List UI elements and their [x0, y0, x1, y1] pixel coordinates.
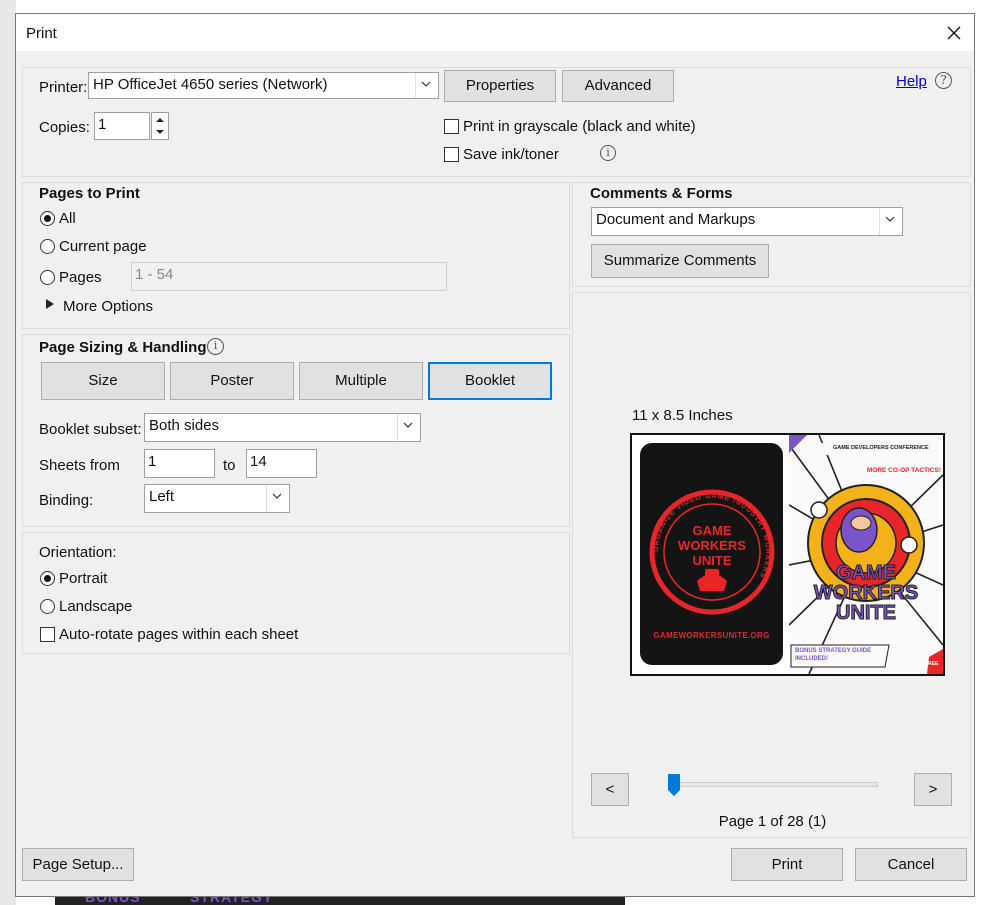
portrait-radio[interactable]	[40, 571, 55, 586]
binding-select[interactable]: Left	[144, 484, 290, 513]
booklet-subset-label: Booklet subset:	[39, 421, 142, 438]
copies-stepper[interactable]	[151, 112, 169, 140]
summarize-comments-button[interactable]: Summarize Comments	[591, 244, 769, 278]
comments-forms-value: Document and Markups	[596, 211, 756, 228]
current-page-label: Current page	[59, 238, 147, 255]
page-sizing-section: Page Sizing & Handling i Size Poster Mul…	[22, 334, 570, 527]
pages-range-radio[interactable]	[40, 270, 55, 285]
chevron-down-icon	[266, 485, 289, 512]
landscape-label: Landscape	[59, 598, 133, 615]
chevron-down-icon	[397, 414, 420, 441]
cover-title-text: GAME WORKERS UNITE	[813, 562, 919, 624]
help-question-icon[interactable]: ?	[935, 72, 952, 89]
current-page-radio[interactable]	[40, 239, 55, 254]
page-slider-thumb[interactable]	[668, 774, 680, 796]
close-button[interactable]	[940, 20, 968, 46]
page-status: Page 1 of 28 (1)	[718, 813, 827, 830]
autorotate-label: Auto-rotate pages within each sheet	[59, 626, 299, 643]
copies-input[interactable]: 1	[94, 112, 150, 140]
save-ink-label: Save ink/toner	[463, 146, 559, 163]
grayscale-label: Print in grayscale (black and white)	[463, 118, 696, 135]
booklet-preview: ORGANIZE VIDEO GAME INDUSTRY WORKERS GAM…	[630, 433, 945, 676]
pages-to-print-section: Pages to Print All Current page Pages 1 …	[22, 182, 570, 329]
chevron-down-icon	[415, 73, 438, 98]
tab-poster[interactable]: Poster	[170, 362, 294, 400]
sheets-to-label: to	[223, 457, 236, 474]
booklet-subset-select[interactable]: Both sides	[144, 413, 421, 442]
preview-left-page: ORGANIZE VIDEO GAME INDUSTRY WORKERS GAM…	[640, 443, 783, 665]
orientation-heading: Orientation:	[39, 544, 117, 561]
pages-range-input[interactable]: 1 - 54	[131, 262, 447, 291]
help-link[interactable]: Help	[896, 73, 927, 90]
portrait-label: Portrait	[59, 570, 108, 587]
preview-section: 11 x 8.5 Inches ORGANIZE VIDEO GAME INDU…	[572, 292, 971, 838]
save-ink-checkbox[interactable]	[444, 147, 459, 162]
grayscale-checkbox[interactable]	[444, 119, 459, 134]
printer-label: Printer:	[39, 79, 88, 96]
advanced-button[interactable]: Advanced	[562, 70, 674, 102]
background-window	[0, 0, 16, 905]
chevron-up-icon[interactable]	[152, 113, 168, 126]
tab-multiple[interactable]: Multiple	[299, 362, 423, 400]
page-slider-track[interactable]	[670, 782, 878, 787]
print-dialog: Print Printer: HP OfficeJet 4650 series …	[15, 13, 975, 897]
print-button[interactable]: Print	[731, 848, 843, 881]
properties-button[interactable]: Properties	[444, 70, 556, 102]
chevron-down-icon[interactable]	[152, 126, 168, 139]
cover-header-text: GAME DEVELOPERS CONFERENCE	[833, 445, 929, 451]
page-setup-button[interactable]: Page Setup...	[22, 848, 134, 881]
cancel-button[interactable]: Cancel	[855, 848, 967, 881]
booklet-subset-value: Both sides	[149, 417, 220, 434]
tab-booklet[interactable]: Booklet	[428, 362, 552, 400]
preview-right-page: GAME DEVELOPERS CONFERENCE MORE CO-OP TA…	[789, 435, 943, 674]
gwu-logo: ORGANIZE VIDEO GAME INDUSTRY WORKERS GAM…	[649, 489, 775, 615]
cover-footer-text: BONUS STRATEGY GUIDE INCLUDED!	[795, 648, 872, 662]
chevron-down-icon	[879, 208, 902, 235]
all-pages-radio[interactable]	[40, 211, 55, 226]
more-options-toggle[interactable]: More Options	[63, 298, 153, 315]
orientation-section: Orientation: Portrait Landscape Auto-rot…	[22, 532, 570, 654]
svg-text:GAME: GAME	[693, 523, 732, 538]
sheets-to-input[interactable]: 14	[246, 449, 317, 478]
landscape-radio[interactable]	[40, 599, 55, 614]
binding-label: Binding:	[39, 492, 94, 509]
sheets-from-label: Sheets from	[39, 457, 120, 474]
svg-text:WORKERS: WORKERS	[678, 538, 746, 553]
printer-select[interactable]: HP OfficeJet 4650 series (Network)	[88, 72, 439, 99]
pages-range-label: Pages	[59, 269, 102, 286]
comments-forms-section: Comments & Forms Document and Markups Su…	[572, 182, 971, 287]
autorotate-checkbox[interactable]	[40, 627, 55, 642]
svg-text:UNITE: UNITE	[693, 553, 732, 568]
paper-size-label: 11 x 8.5 Inches	[632, 407, 733, 424]
info-icon[interactable]: i	[600, 145, 616, 161]
tab-size[interactable]: Size	[41, 362, 165, 400]
slider-thumb-icon	[668, 774, 680, 796]
triangle-right-icon[interactable]	[46, 299, 54, 309]
pages-to-print-heading: Pages to Print	[39, 185, 140, 202]
copies-label: Copies:	[39, 119, 90, 136]
gwu-url: GAMEWORKERSUNITE.ORG	[653, 631, 770, 640]
info-icon[interactable]: i	[207, 338, 224, 355]
next-page-button[interactable]: >	[914, 773, 952, 806]
previous-page-button[interactable]: <	[591, 773, 629, 806]
sheets-from-input[interactable]: 1	[144, 449, 215, 478]
all-pages-label: All	[59, 210, 76, 227]
window-title: Print	[26, 25, 57, 42]
title-bar: Print	[16, 14, 974, 51]
comments-forms-heading: Comments & Forms	[590, 185, 733, 202]
binding-value: Left	[149, 488, 175, 505]
cover-tag-text: MORE CO-OP TACTICS!	[866, 467, 941, 474]
printer-section: Printer: HP OfficeJet 4650 series (Netwo…	[22, 67, 971, 177]
cover-free-badge: FREE	[925, 661, 939, 667]
close-icon	[947, 26, 961, 40]
printer-select-value: HP OfficeJet 4650 series (Network)	[93, 76, 328, 93]
comments-forms-select[interactable]: Document and Markups	[591, 207, 903, 236]
page-sizing-heading: Page Sizing & Handling	[39, 339, 207, 356]
